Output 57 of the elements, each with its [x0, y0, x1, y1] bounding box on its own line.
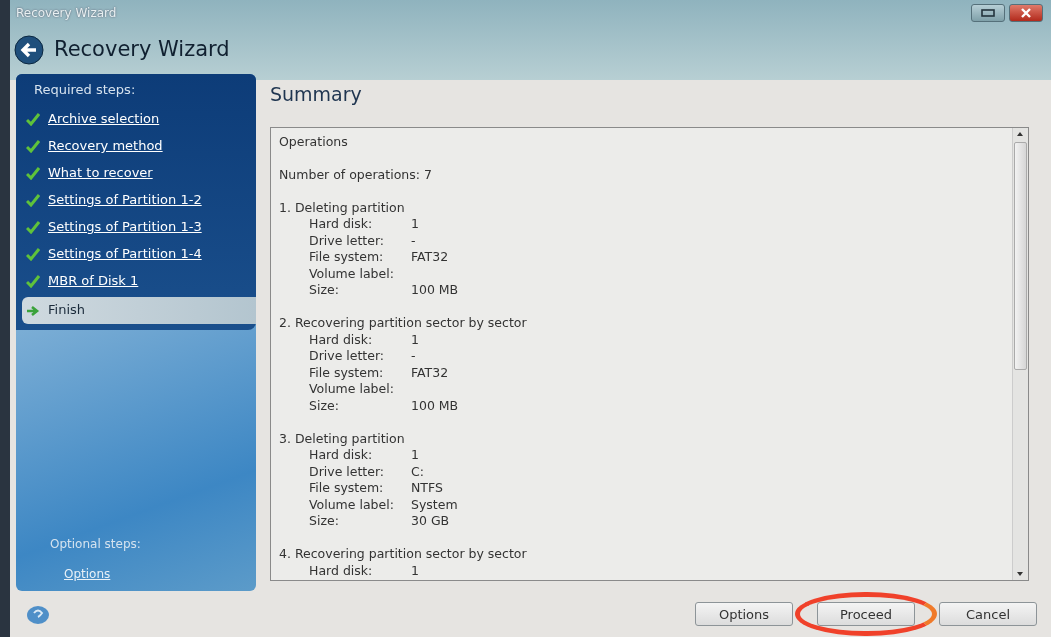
field-value: 30 GB [411, 513, 450, 530]
field-value: 1 [411, 447, 419, 464]
field-label: Hard disk: [309, 331, 374, 348]
field-value: - [411, 232, 416, 249]
field-label: Size: [309, 282, 340, 299]
operation-title: 4. Recovering partition sector by sector [279, 546, 528, 563]
section-label: Optional steps: [50, 536, 142, 553]
field-label: Drive letter: [309, 463, 386, 480]
step-link[interactable]: Recovery method [48, 136, 163, 156]
field-value: 1 [411, 562, 419, 579]
step-link[interactable]: Archive selection [48, 109, 160, 129]
field-value: NTFS [411, 480, 443, 497]
field-label: Drive letter: [309, 232, 386, 249]
field-label: File system: [309, 249, 385, 266]
window-title: Recovery Wizard [16, 5, 117, 22]
operation-title: 3. Deleting partition [279, 430, 406, 447]
field-label: Size: [309, 397, 340, 414]
step-link[interactable]: What to recover [48, 163, 153, 183]
field-label: Volume label: [309, 496, 395, 513]
dialog-button[interactable]: Proceed [817, 602, 915, 627]
field-label: Hard disk: [309, 562, 374, 579]
field-label: Volume label: [309, 265, 395, 282]
field-value: C: [411, 463, 424, 480]
field-label: File system: [309, 364, 385, 381]
close-button[interactable] [1009, 4, 1043, 22]
field-label: Size: [309, 513, 340, 530]
field-label: Hard disk: [309, 216, 374, 233]
summary-heading: Operations [279, 133, 349, 150]
restore-icon [981, 8, 995, 18]
dialog-button[interactable]: Cancel [939, 602, 1037, 627]
field-label: Drive letter: [309, 348, 386, 365]
field-label: Hard disk: [309, 447, 374, 464]
field-value: FAT32 [411, 249, 449, 266]
scrollbar[interactable] [1012, 127, 1028, 580]
field-value: 1 [411, 331, 419, 348]
step-link[interactable]: Settings of Partition 1-4 [48, 244, 202, 264]
operation-count: Number of operations: 7 [279, 166, 433, 183]
wizard-title: Recovery Wizard [54, 36, 230, 64]
field-label: File system: [309, 480, 385, 497]
current-step[interactable]: Finish [22, 296, 256, 324]
field-value: FAT32 [411, 364, 449, 381]
section-label: Required steps: [33, 81, 137, 99]
close-icon [1020, 8, 1032, 18]
operation-title: 1. Deleting partition [279, 199, 406, 216]
step-link[interactable]: Settings of Partition 1-2 [48, 190, 202, 210]
field-value: System [411, 496, 458, 513]
dialog-button[interactable]: Options [695, 602, 793, 627]
field-value: 1 [411, 216, 419, 233]
operation-title: 2. Recovering partition sector by sector [279, 315, 528, 332]
step-link[interactable]: Settings of Partition 1-3 [48, 217, 202, 237]
field-value: - [411, 348, 416, 365]
field-value: 100 MB [411, 282, 459, 299]
step-link[interactable]: MBR of Disk 1 [48, 271, 139, 291]
restore-button[interactable] [971, 4, 1005, 22]
page-heading: Summary [270, 82, 363, 107]
field-label: Volume label: [309, 381, 395, 398]
field-value: 100 MB [411, 397, 459, 414]
